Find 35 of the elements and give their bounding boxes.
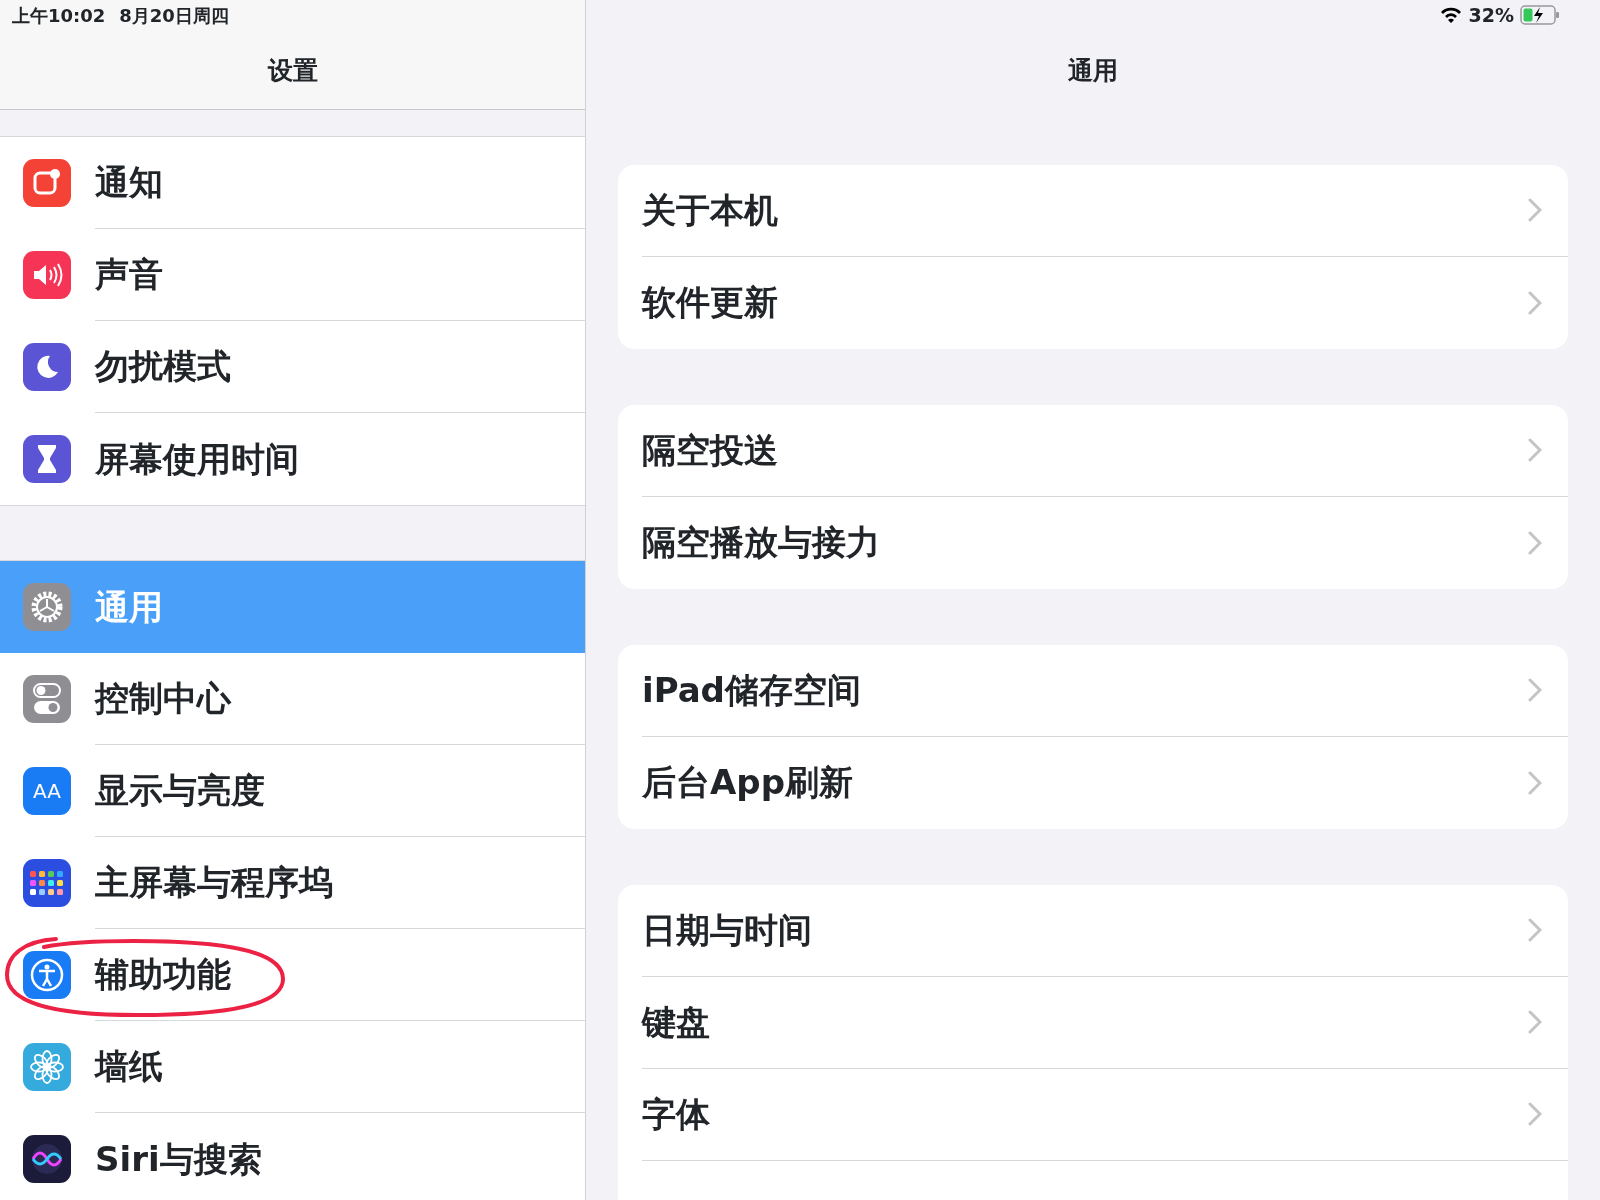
chevron-icon — [1528, 918, 1542, 942]
settings-item[interactable]: 控制中心 — [0, 653, 585, 745]
chevron-icon — [1528, 678, 1542, 702]
settings-item[interactable]: 通知 — [0, 137, 585, 229]
settings-item[interactable]: 辅助功能 — [0, 929, 585, 1021]
chevron-icon — [1528, 1010, 1542, 1034]
page-title: 通用 — [1067, 55, 1119, 87]
battery-icon — [1520, 5, 1560, 25]
settings-item[interactable]: 墙纸 — [0, 1021, 585, 1113]
settings-row[interactable]: 日期与时间 — [642, 884, 1568, 977]
settings-item[interactable]: AA 显示与亮度 — [0, 745, 585, 837]
settings-item[interactable]: 主屏幕与程序坞 — [0, 837, 585, 929]
settings-row[interactable]: 后台App刷新 — [642, 736, 1568, 829]
status-date: 8月20日周四 — [119, 3, 229, 28]
battery-percent: 32% — [1468, 2, 1514, 28]
chevron-icon — [1528, 290, 1542, 315]
settings-row[interactable]: 隔空播放与接力 — [642, 496, 1568, 589]
settings-row[interactable]: iPad储存空间 — [642, 644, 1568, 737]
chevron-icon — [1528, 198, 1542, 222]
settings-row[interactable]: 键盘 — [642, 976, 1568, 1069]
settings-item[interactable]: 勿扰模式 — [0, 321, 585, 413]
chevron-icon — [1528, 1102, 1542, 1126]
settings-row[interactable]: 软件更新 — [642, 256, 1568, 349]
settings-item[interactable]: Siri与搜索 — [0, 1113, 585, 1200]
chevron-icon — [1528, 438, 1542, 462]
status-time: 上午10:02 — [12, 3, 106, 28]
chevron-icon — [1528, 530, 1542, 555]
sidebar-title: 设置 — [266, 55, 319, 87]
display-icon: AA — [23, 767, 71, 815]
settings-item[interactable]: 屏幕使用时间 — [0, 413, 585, 505]
settings-row[interactable]: 字体 — [642, 1068, 1568, 1161]
settings-row[interactable]: 隔空投送 — [642, 404, 1568, 497]
settings-row[interactable]: 关于本机 — [642, 164, 1568, 257]
settings-item[interactable]: 声音 — [0, 229, 585, 321]
chevron-icon — [1528, 770, 1542, 795]
